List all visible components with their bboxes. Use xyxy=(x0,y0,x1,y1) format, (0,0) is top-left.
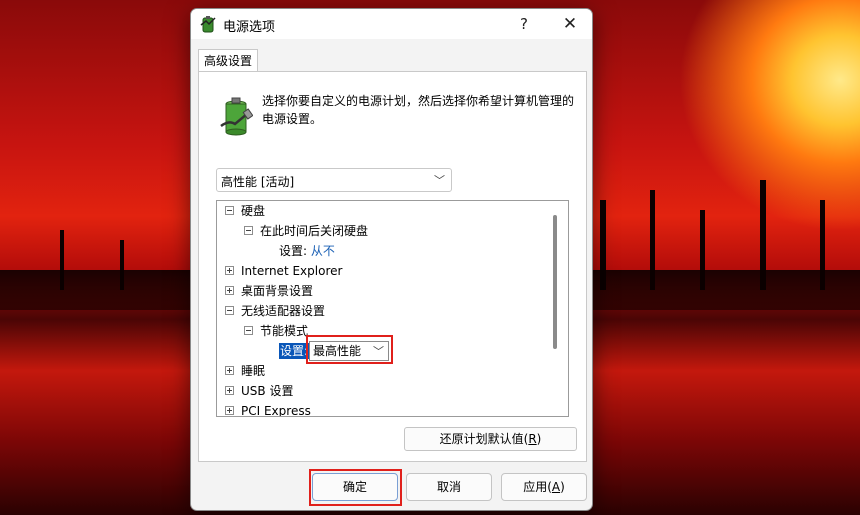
disk-setting-value[interactable]: 从不 xyxy=(311,244,335,258)
palm-tree-silhouette xyxy=(600,200,606,290)
power-plan-dropdown[interactable]: 高性能 [活动] ﹀ xyxy=(216,168,452,192)
power-plan-value: 高性能 [活动] xyxy=(221,175,295,189)
description-text: 选择你要自定义的电源计划，然后选择你希望计算机管理的电源设置。 xyxy=(262,94,575,126)
chevron-down-icon: ﹀ xyxy=(373,345,384,358)
tab-advanced-settings[interactable]: 高级设置 xyxy=(198,49,258,72)
tree-item-sleep[interactable]: 睡眠 xyxy=(225,361,265,381)
apply-label: 应用( xyxy=(523,480,552,494)
restore-label: 还原计划默认值( xyxy=(439,432,529,446)
help-button[interactable]: ? xyxy=(501,9,547,39)
power-saving-mode-value: 最高性能 xyxy=(313,344,362,358)
setting-label: 设置: xyxy=(279,244,308,258)
window-title: 电源选项 xyxy=(223,20,276,35)
collapse-icon[interactable] xyxy=(225,206,234,215)
tree-item-label: Internet Explorer xyxy=(241,264,343,278)
collapse-icon[interactable] xyxy=(244,326,253,335)
restore-defaults-button[interactable]: 还原计划默认值(R) xyxy=(404,427,577,451)
collapse-icon[interactable] xyxy=(225,306,234,315)
tree-item-label: 硬盘 xyxy=(241,204,266,218)
chevron-down-icon: ﹀ xyxy=(434,174,445,187)
expand-icon[interactable] xyxy=(225,386,234,395)
close-button[interactable]: ✕ xyxy=(547,9,592,39)
expand-icon[interactable] xyxy=(225,406,234,415)
palm-tree-silhouette xyxy=(700,210,705,290)
tree-item-pci-express[interactable]: PCI Express xyxy=(225,401,311,417)
palm-tree-silhouette xyxy=(60,230,64,290)
tree-item-usb[interactable]: USB 设置 xyxy=(225,381,293,401)
tree-item-power-saving-mode[interactable]: 节能模式 xyxy=(244,321,308,341)
expand-icon[interactable] xyxy=(225,366,234,375)
expand-icon[interactable] xyxy=(225,286,234,295)
tree-item-label: 桌面背景设置 xyxy=(241,284,314,298)
tree-item-power-saving-setting[interactable]: 设置: xyxy=(279,341,310,361)
tree-item-label: 无线适配器设置 xyxy=(241,304,326,318)
power-options-dialog: 电源选项 ? ✕ 高级设置 选择你要自定义的电源计划，然后选择你希望计算机管理的… xyxy=(190,8,593,511)
tree-item-desktop-background[interactable]: 桌面背景设置 xyxy=(225,281,313,301)
restore-access-key: R xyxy=(528,432,537,446)
palm-tree-silhouette xyxy=(120,240,124,290)
tree-item-label: USB 设置 xyxy=(241,384,294,398)
restore-label-end: ) xyxy=(536,432,542,446)
tree-item-label: 睡眠 xyxy=(241,364,266,378)
advanced-settings-panel: 选择你要自定义的电源计划，然后选择你希望计算机管理的电源设置。 高性能 [活动]… xyxy=(198,71,587,462)
tree-scrollbar[interactable] xyxy=(553,215,557,349)
collapse-icon[interactable] xyxy=(244,226,253,235)
tree-item-internet-explorer[interactable]: Internet Explorer xyxy=(225,261,342,281)
power-saving-mode-dropdown[interactable]: 最高性能 ﹀ xyxy=(309,341,389,361)
tree-item-label: 节能模式 xyxy=(260,324,309,338)
tree-item-wireless-adapter[interactable]: 无线适配器设置 xyxy=(225,301,325,321)
ok-button[interactable]: 确定 xyxy=(312,473,398,501)
apply-label-end: ) xyxy=(560,480,565,494)
tree-item-hard-disk[interactable]: 硬盘 xyxy=(225,201,265,221)
apply-button[interactable]: 应用(A) xyxy=(501,473,587,501)
settings-tree[interactable]: 硬盘 在此时间后关闭硬盘 设置: 从不 Internet Explorer 桌面… xyxy=(216,200,569,417)
tree-item-label: 在此时间后关闭硬盘 xyxy=(260,224,369,238)
tree-item-disk-setting[interactable]: 设置: 从不 xyxy=(279,241,335,261)
cancel-button[interactable]: 取消 xyxy=(406,473,492,501)
palm-tree-silhouette xyxy=(820,200,825,290)
title-bar: 电源选项 ? ✕ xyxy=(191,9,592,39)
setting-label-selected: 设置: xyxy=(279,343,310,359)
expand-icon[interactable] xyxy=(225,266,234,275)
palm-tree-silhouette xyxy=(650,190,655,290)
apply-access-key: A xyxy=(551,480,561,494)
tree-item-label: PCI Express xyxy=(241,404,311,417)
tree-item-turn-off-disk[interactable]: 在此时间后关闭硬盘 xyxy=(244,221,368,241)
battery-icon xyxy=(220,97,253,136)
battery-plug-icon xyxy=(200,16,216,33)
palm-tree-silhouette xyxy=(760,180,766,290)
